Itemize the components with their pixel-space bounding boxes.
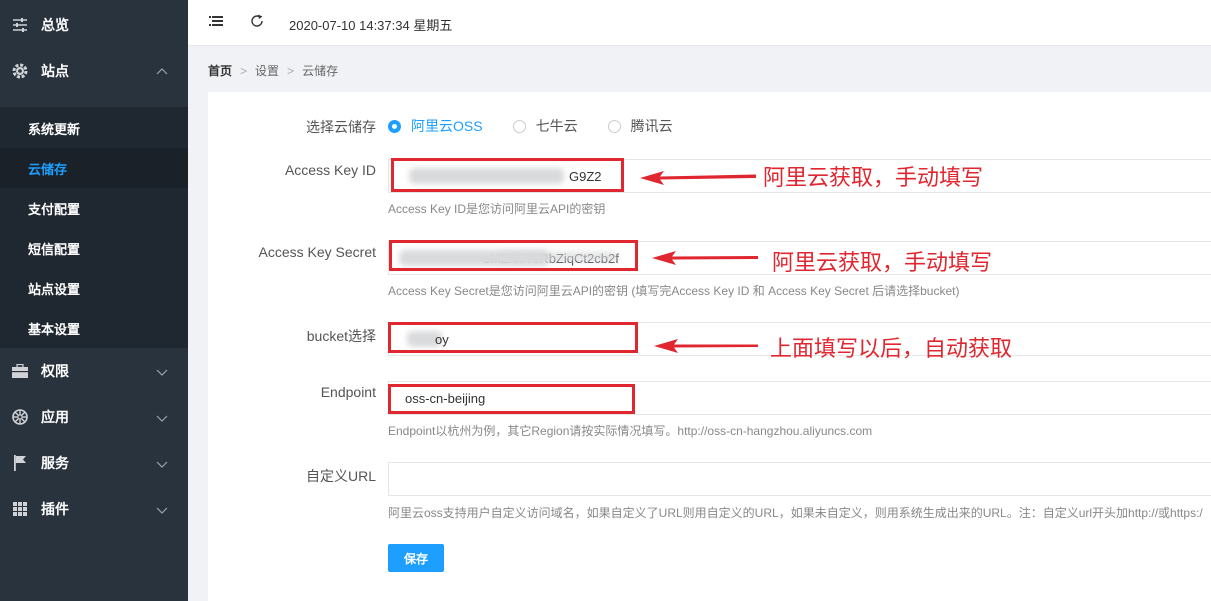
storage-label: 选择云储存 bbox=[306, 119, 376, 135]
sidebar-item-sms[interactable]: 短信配置 bbox=[0, 228, 188, 268]
nav-plugins[interactable]: 插件 bbox=[0, 486, 188, 532]
sidebar-item-site-settings[interactable]: 站点设置 bbox=[0, 268, 188, 308]
chevron-down-icon bbox=[156, 365, 168, 377]
nav-services[interactable]: 服务 bbox=[0, 440, 188, 486]
breadcrumb-home[interactable]: 首页 bbox=[208, 62, 232, 79]
access-key-id-hint: Access Key ID是您访问阿里云API的密钥 bbox=[388, 202, 606, 216]
nav-overview[interactable]: 总览 bbox=[0, 2, 188, 48]
chevron-down-icon bbox=[156, 411, 168, 423]
highlight-box bbox=[391, 158, 624, 192]
radio-tencent[interactable]: 腾讯云 bbox=[607, 116, 673, 136]
datetime-display: 2020-07-10 14:37:34 星期五 bbox=[289, 18, 453, 33]
custom-url-label: 自定义URL bbox=[305, 468, 376, 484]
nav-apps[interactable]: 应用 bbox=[0, 394, 188, 440]
nav-apps-label: 应用 bbox=[41, 409, 69, 425]
top-bar: 2020-07-10 14:37:34 星期五 bbox=[188, 0, 1211, 46]
sidebar-item-payment[interactable]: 支付配置 bbox=[0, 188, 188, 228]
radio-aliyun-oss[interactable]: 阿里云OSS bbox=[388, 116, 483, 136]
breadcrumb-separator-icon: > bbox=[240, 63, 248, 78]
nav-plugins-label: 插件 bbox=[41, 501, 69, 517]
nav-overview-label: 总览 bbox=[41, 17, 69, 33]
access-key-secret-hint: Access Key Secret是您访问阿里云API的密钥 (填写完Acces… bbox=[388, 284, 960, 298]
sidebar-item-system-update[interactable]: 系统更新 bbox=[0, 108, 188, 148]
save-button[interactable]: 保存 bbox=[388, 544, 444, 572]
gear-icon bbox=[11, 62, 29, 80]
highlight-box bbox=[388, 384, 635, 414]
sidebar: 总览 站点 系统更新 云储存 支付配置 短信配置 站点设置 基本设置 权限 应用 bbox=[0, 0, 188, 601]
endpoint-hint: Endpoint以杭州为例，其它Region请按实际情况填写。http://os… bbox=[388, 424, 873, 438]
radio-unchecked-icon bbox=[512, 119, 526, 133]
annotation-arrow-icon bbox=[652, 251, 758, 265]
refresh-icon[interactable] bbox=[250, 14, 264, 28]
annotation-key-id: 阿里云获取，手动填写 bbox=[763, 166, 984, 191]
access-key-secret-label: Access Key Secret bbox=[258, 244, 377, 260]
highlight-box bbox=[389, 240, 638, 271]
custom-url-input[interactable] bbox=[388, 462, 1211, 496]
breadcrumb-settings[interactable]: 设置 bbox=[255, 62, 279, 79]
chevron-down-icon bbox=[156, 503, 168, 515]
radio-unchecked-icon bbox=[607, 119, 621, 133]
nav-permissions[interactable]: 权限 bbox=[0, 348, 188, 394]
sliders-icon bbox=[11, 16, 29, 34]
breadcrumb-separator-icon: > bbox=[287, 63, 295, 78]
menu-toggle-icon[interactable] bbox=[209, 14, 223, 28]
access-key-id-label: Access Key ID bbox=[284, 162, 376, 178]
wheel-icon bbox=[11, 408, 29, 426]
endpoint-label: Endpoint bbox=[320, 384, 376, 400]
site-submenu: 系统更新 云储存 支付配置 短信配置 站点设置 基本设置 bbox=[0, 107, 188, 348]
flag-icon bbox=[11, 454, 29, 472]
annotation-key-secret: 阿里云获取，手动填写 bbox=[772, 251, 993, 276]
radio-checked-icon bbox=[388, 119, 401, 133]
breadcrumb-current: 云储存 bbox=[302, 64, 339, 78]
briefcase-icon bbox=[11, 362, 29, 380]
highlight-box bbox=[388, 322, 638, 353]
annotation-bucket: 上面填写以后，自动获取 bbox=[770, 337, 1013, 362]
nav-site[interactable]: 站点 bbox=[0, 48, 188, 94]
grid-icon bbox=[11, 500, 29, 518]
annotation-arrow-icon bbox=[654, 339, 758, 353]
nav-services-label: 服务 bbox=[41, 455, 69, 471]
nav-site-label: 站点 bbox=[41, 63, 69, 79]
annotation-arrow-icon bbox=[640, 171, 756, 185]
nav-permissions-label: 权限 bbox=[41, 363, 69, 379]
chevron-up-icon bbox=[156, 65, 168, 77]
storage-radio-group: 阿里云OSS 七牛云 腾讯云 bbox=[388, 116, 703, 136]
breadcrumb: 首页 > 设置 > 云储存 bbox=[208, 62, 338, 79]
sidebar-item-cloud-storage[interactable]: 云储存 bbox=[0, 148, 188, 188]
sidebar-item-basic-settings[interactable]: 基本设置 bbox=[0, 308, 188, 348]
chevron-down-icon bbox=[156, 457, 168, 469]
radio-qiniu[interactable]: 七牛云 bbox=[512, 116, 578, 136]
bucket-label: bucket选择 bbox=[306, 328, 376, 344]
custom-url-hint: 阿里云oss支持用户自定义访问域名，如果自定义了URL则用自定义的URL，如果未… bbox=[388, 506, 1203, 520]
